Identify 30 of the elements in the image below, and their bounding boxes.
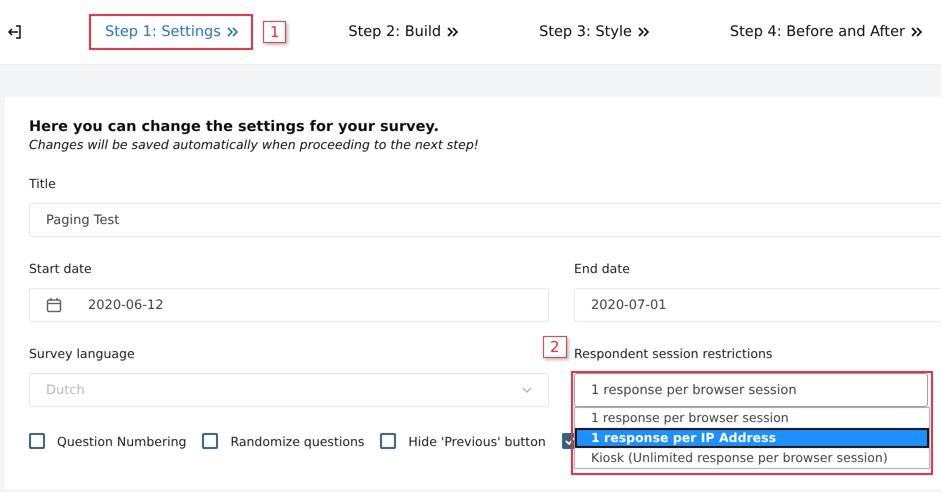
checkbox[interactable] [202, 433, 218, 449]
field-label: End date [574, 261, 631, 276]
checkbox-label: Question Numbering [57, 434, 186, 448]
field-label: Title [29, 176, 57, 191]
field-label: Survey language [29, 346, 136, 361]
chevron-down-icon [522, 387, 532, 393]
field-label: Start date [29, 261, 93, 276]
double-chevron-icon [226, 27, 239, 37]
double-chevron-icon [638, 27, 650, 37]
restriction-select[interactable]: 1 response per browser session [574, 373, 928, 407]
checkbox[interactable] [380, 433, 396, 449]
callout-badge: 1 [262, 21, 286, 43]
checkbox-label: Randomize questions [230, 434, 364, 448]
callout-badge: 2 [543, 336, 567, 358]
double-chevron-icon [447, 27, 460, 37]
step-tab[interactable]: Step 3: Style [523, 14, 664, 50]
intro-note: Changes will be saved automatically when proceeding to the next step! [29, 137, 480, 152]
checkbox[interactable] [29, 433, 45, 449]
step-tab[interactable]: Step 4: Before and After [714, 14, 937, 50]
calendar-icon [46, 297, 62, 313]
intro-heading: Here you can change the settings for your survey. [29, 119, 440, 135]
step-tab[interactable]: Step 2: Build [332, 14, 474, 50]
exit-icon[interactable] [7, 24, 23, 40]
field-label: Respondent session restrictions [574, 346, 772, 361]
step-tab[interactable]: Step 1: Settings [89, 14, 253, 50]
title-field[interactable]: Paging Test [29, 203, 941, 237]
end-date-field[interactable]: 2020-07-01 [574, 288, 941, 322]
start-date-field[interactable]: 2020-06-12 [29, 288, 549, 322]
checkbox-label: Hide 'Previous' button [408, 434, 546, 448]
double-chevron-icon [910, 27, 923, 37]
